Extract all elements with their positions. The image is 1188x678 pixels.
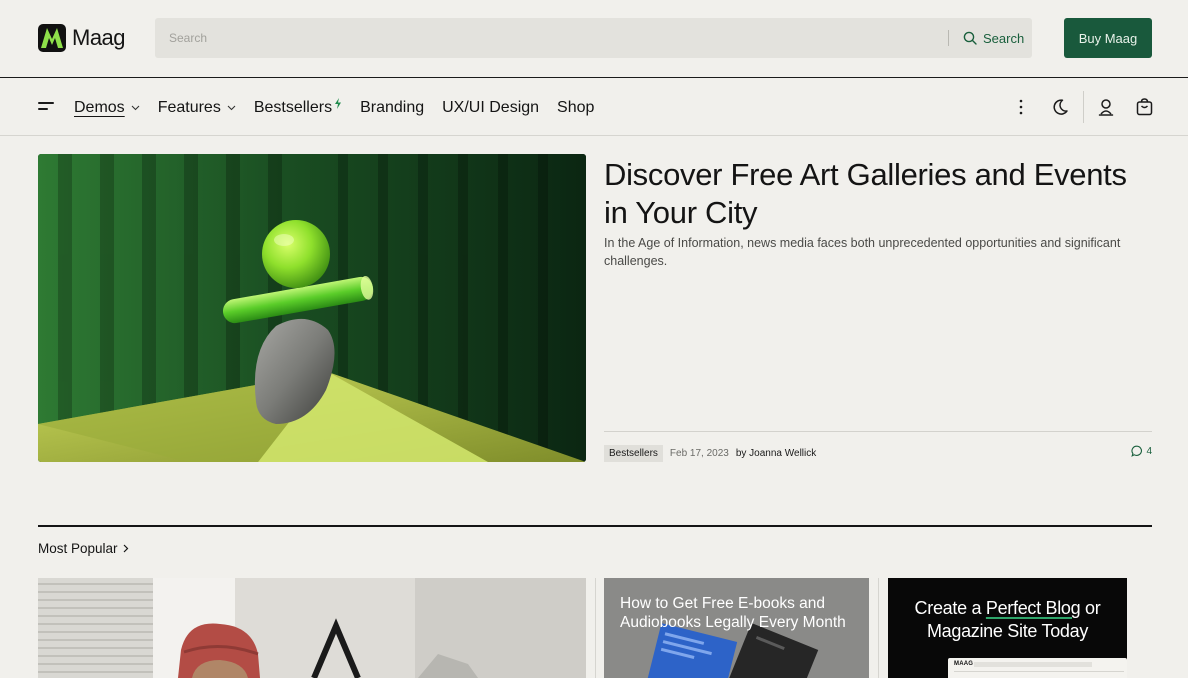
card-title[interactable]: Create a Perfect Blog or Magazine Site T…	[888, 597, 1127, 643]
section-title-label: Most Popular	[38, 541, 118, 556]
logo-mark-icon	[38, 24, 66, 52]
nav-item-branding[interactable]: Branding	[360, 99, 424, 117]
card-divider	[878, 578, 879, 678]
bolt-icon	[335, 98, 342, 109]
site-logo[interactable]: Maag	[38, 24, 126, 52]
logo-text: Maag	[72, 25, 126, 50]
nav-item-label: UX/UI Design	[442, 98, 540, 116]
comment-icon	[1131, 445, 1143, 457]
comments-link[interactable]: 4	[1131, 445, 1152, 457]
nav-divider	[1083, 91, 1084, 123]
menu-icon[interactable]	[38, 101, 54, 113]
mini-logo: MAAG	[954, 661, 974, 667]
comment-count: 4	[1146, 445, 1152, 457]
category-tag[interactable]: Bestsellers	[604, 444, 663, 462]
popular-card-1-image[interactable]	[38, 578, 586, 678]
post-author[interactable]: by Joanna Wellick	[736, 448, 816, 459]
chevron-right-icon	[123, 544, 128, 553]
nav-item-demos[interactable]: Demos	[74, 99, 140, 117]
top-header: Maag Search Buy Maag	[0, 0, 1188, 78]
popular-card-2[interactable]: How to Get Free E-books and Audiobooks L…	[604, 578, 869, 678]
card-title-part: Create a	[914, 598, 986, 618]
nav-item-label: Demos	[74, 98, 125, 116]
nav-item-label: Shop	[557, 98, 595, 116]
main-nav: Demos Features Bestsellers Branding UX/U…	[0, 79, 1188, 136]
post-date: Feb 17, 2023	[669, 447, 729, 459]
card-title-highlight: Perfect Blog	[985, 598, 1081, 618]
nav-item-label: Features	[157, 98, 221, 116]
nav-item-ux-ui-design[interactable]: UX/UI Design	[442, 99, 539, 117]
hero-divider	[604, 431, 1152, 432]
section-title-most-popular[interactable]: Most Popular	[38, 541, 129, 556]
nav-menu: Demos Features Bestsellers Branding UX/U…	[74, 79, 612, 136]
search-divider	[948, 30, 949, 46]
search-input[interactable]	[155, 18, 945, 58]
moon-icon[interactable]	[1050, 97, 1070, 117]
shopping-bag-icon[interactable]	[1134, 97, 1154, 117]
hero-meta: Bestsellers Feb 17, 2023 by Joanna Welli…	[604, 444, 1152, 462]
nav-item-label: Branding	[360, 98, 425, 116]
chevron-down-icon	[227, 105, 236, 110]
search-button-label: Search	[983, 30, 1025, 46]
nav-item-features[interactable]: Features	[158, 99, 236, 117]
mini-site-preview: MAAG	[948, 658, 1127, 678]
user-icon[interactable]	[1096, 97, 1116, 117]
hero-image[interactable]	[38, 154, 586, 462]
nav-item-bestsellers[interactable]: Bestsellers	[253, 98, 342, 117]
popular-card-3[interactable]: Create a Perfect Blog or Magazine Site T…	[888, 578, 1127, 678]
hero-description: In the Age of Information, news media fa…	[604, 236, 1121, 268]
section-divider	[38, 525, 1152, 527]
nav-item-label: Bestsellers	[253, 98, 333, 116]
hero-title[interactable]: Discover Free Art Galleries and Events i…	[604, 156, 1152, 232]
nav-item-shop[interactable]: Shop	[557, 99, 594, 117]
chevron-down-icon	[131, 105, 140, 110]
search-box: Search	[155, 18, 1032, 58]
card-divider	[595, 578, 596, 678]
search-button[interactable]: Search	[955, 18, 1032, 58]
more-vertical-icon[interactable]	[1011, 97, 1031, 117]
buy-button[interactable]: Buy Maag	[1064, 18, 1152, 58]
card-title[interactable]: How to Get Free E-books and Audiobooks L…	[620, 594, 860, 632]
search-icon	[963, 31, 977, 45]
